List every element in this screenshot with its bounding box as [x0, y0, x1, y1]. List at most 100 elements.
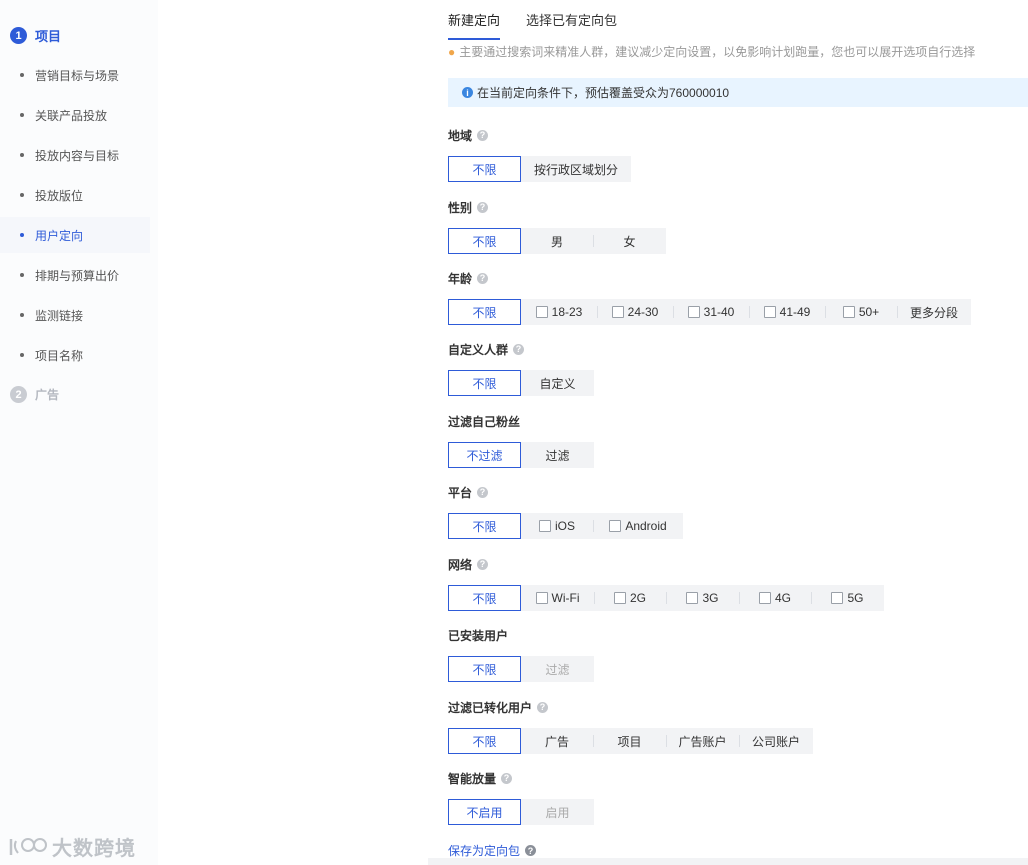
checkbox[interactable]: [758, 592, 771, 604]
option-by-region[interactable]: 按行政区域划分: [521, 156, 631, 182]
option-unlimited[interactable]: 不限: [448, 156, 521, 182]
checkbox[interactable]: [538, 520, 551, 532]
tab-existing-package[interactable]: 选择已有定向包: [526, 10, 617, 40]
option-5g[interactable]: 5G: [811, 585, 884, 611]
section-custom-audience: 自定义人群? 不限 自定义: [448, 341, 594, 396]
option-label: 5G: [847, 591, 864, 605]
option-4g[interactable]: 4G: [739, 585, 811, 611]
option-2g[interactable]: 2G: [594, 585, 666, 611]
option-android[interactable]: Android: [593, 513, 683, 539]
option-unlimited[interactable]: 不限: [448, 728, 521, 754]
option-no-filter[interactable]: 不过滤: [448, 442, 521, 468]
section-age: 年龄? 不限 18-23 24-30 31-40 41-49 50+ 更多分段: [448, 270, 971, 325]
option-age-24-30[interactable]: 24-30: [597, 299, 673, 325]
option-female[interactable]: 女: [593, 228, 666, 254]
info-icon: i: [462, 87, 473, 98]
help-icon[interactable]: ?: [477, 558, 489, 570]
option-ad[interactable]: 广告: [521, 728, 593, 754]
option-age-50-plus[interactable]: 50+: [825, 299, 897, 325]
option-enabled[interactable]: 启用: [521, 799, 594, 825]
nav-item-label: 关联产品投放: [35, 108, 108, 123]
lightbulb-icon: ●: [448, 44, 456, 59]
option-label: 4G: [774, 591, 791, 605]
help-icon[interactable]: ?: [477, 129, 489, 141]
targeting-tabs: 新建定向 选择已有定向包: [448, 10, 617, 40]
nav-item-label: 用户定向: [35, 228, 84, 243]
help-icon[interactable]: ?: [477, 272, 489, 284]
step-project[interactable]: 1 项目: [10, 26, 61, 45]
option-project[interactable]: 项目: [593, 728, 666, 754]
section-label: 自定义人群: [448, 342, 509, 357]
checkbox[interactable]: [613, 592, 626, 604]
section-network: 网络? 不限 Wi-Fi 2G 3G 4G 5G: [448, 556, 884, 611]
tab-new-targeting[interactable]: 新建定向: [448, 10, 501, 40]
bullet-icon: [20, 113, 24, 117]
option-wifi[interactable]: Wi-Fi: [521, 585, 594, 611]
option-unlimited[interactable]: 不限: [448, 370, 521, 396]
nav-item-schedule-budget[interactable]: 排期与预算出价: [0, 257, 150, 293]
watermark-text: 大数跨境: [52, 838, 136, 860]
option-label: 31-40: [703, 305, 735, 319]
option-company-account[interactable]: 公司账户: [739, 728, 813, 754]
nav-item-tracking-link[interactable]: 监测链接: [0, 297, 150, 333]
bullet-icon: [20, 73, 24, 77]
checkbox[interactable]: [831, 592, 844, 604]
coverage-text: 在当前定向条件下，预估覆盖受众为760000010: [477, 86, 730, 100]
help-icon[interactable]: ?: [477, 486, 489, 498]
section-label: 智能放量: [448, 771, 497, 786]
option-male[interactable]: 男: [521, 228, 593, 254]
option-label: 3G: [702, 591, 719, 605]
nav-item-project-name[interactable]: 项目名称: [0, 337, 150, 373]
option-unlimited[interactable]: 不限: [448, 513, 521, 539]
option-filter[interactable]: 过滤: [521, 442, 594, 468]
section-label: 地域: [448, 128, 473, 143]
nav-item-related-product[interactable]: 关联产品投放: [0, 97, 150, 133]
option-label: 18-23: [551, 305, 583, 319]
option-custom[interactable]: 自定义: [521, 370, 594, 396]
checkbox[interactable]: [535, 306, 548, 318]
bullet-icon: [20, 233, 24, 237]
option-age-41-49[interactable]: 41-49: [749, 299, 825, 325]
checkbox[interactable]: [535, 592, 548, 604]
option-3g[interactable]: 3G: [666, 585, 739, 611]
bullet-icon: [20, 193, 24, 197]
help-icon[interactable]: ?: [537, 701, 549, 713]
option-unlimited[interactable]: 不限: [448, 656, 521, 682]
nav-item-user-targeting[interactable]: 用户定向: [0, 217, 150, 253]
option-unlimited[interactable]: 不限: [448, 585, 521, 611]
save-as-package-link[interactable]: 保存为定向包?: [448, 842, 537, 859]
help-icon[interactable]: ?: [477, 201, 489, 213]
checkbox[interactable]: [611, 306, 624, 318]
help-icon[interactable]: ?: [513, 343, 525, 355]
option-unlimited[interactable]: 不限: [448, 228, 521, 254]
checkbox[interactable]: [609, 520, 622, 532]
checkbox[interactable]: [763, 306, 776, 318]
nav-item-content-goal[interactable]: 投放内容与目标: [0, 137, 150, 173]
step-ad[interactable]: 2 广告: [10, 386, 59, 403]
option-age-31-40[interactable]: 31-40: [673, 299, 749, 325]
option-age-18-23[interactable]: 18-23: [521, 299, 597, 325]
targeting-tip: ● 主要通过搜索词来精准人群，建议减少定向设置，以免影响计划跑量，您也可以展开选…: [448, 43, 975, 60]
help-icon[interactable]: ?: [501, 772, 513, 784]
step-sidebar: 1 项目 营销目标与场景 关联产品投放 投放内容与目标 投放版位 用户定向 排期…: [0, 0, 158, 865]
nav-item-placement[interactable]: 投放版位: [0, 177, 150, 213]
option-ad-account[interactable]: 广告账户: [666, 728, 739, 754]
bullet-icon: [20, 353, 24, 357]
nav-item-marketing-goal[interactable]: 营销目标与场景: [0, 57, 150, 93]
option-unlimited[interactable]: 不限: [448, 299, 521, 325]
help-icon[interactable]: ?: [525, 845, 537, 856]
section-label: 网络: [448, 557, 473, 572]
checkbox[interactable]: [842, 306, 855, 318]
option-label: 24-30: [627, 305, 659, 319]
option-label: 41-49: [779, 305, 811, 319]
section-smart-expansion: 智能放量? 不启用 启用: [448, 770, 594, 825]
option-disabled[interactable]: 不启用: [448, 799, 521, 825]
option-more-ranges[interactable]: 更多分段: [897, 299, 971, 325]
option-filter[interactable]: 过滤: [521, 656, 594, 682]
nav-item-label: 营销目标与场景: [35, 68, 120, 83]
checkbox[interactable]: [686, 592, 699, 604]
option-ios[interactable]: iOS: [521, 513, 593, 539]
checkbox[interactable]: [687, 306, 700, 318]
section-label: 平台: [448, 485, 473, 500]
option-label: 50+: [858, 305, 880, 319]
